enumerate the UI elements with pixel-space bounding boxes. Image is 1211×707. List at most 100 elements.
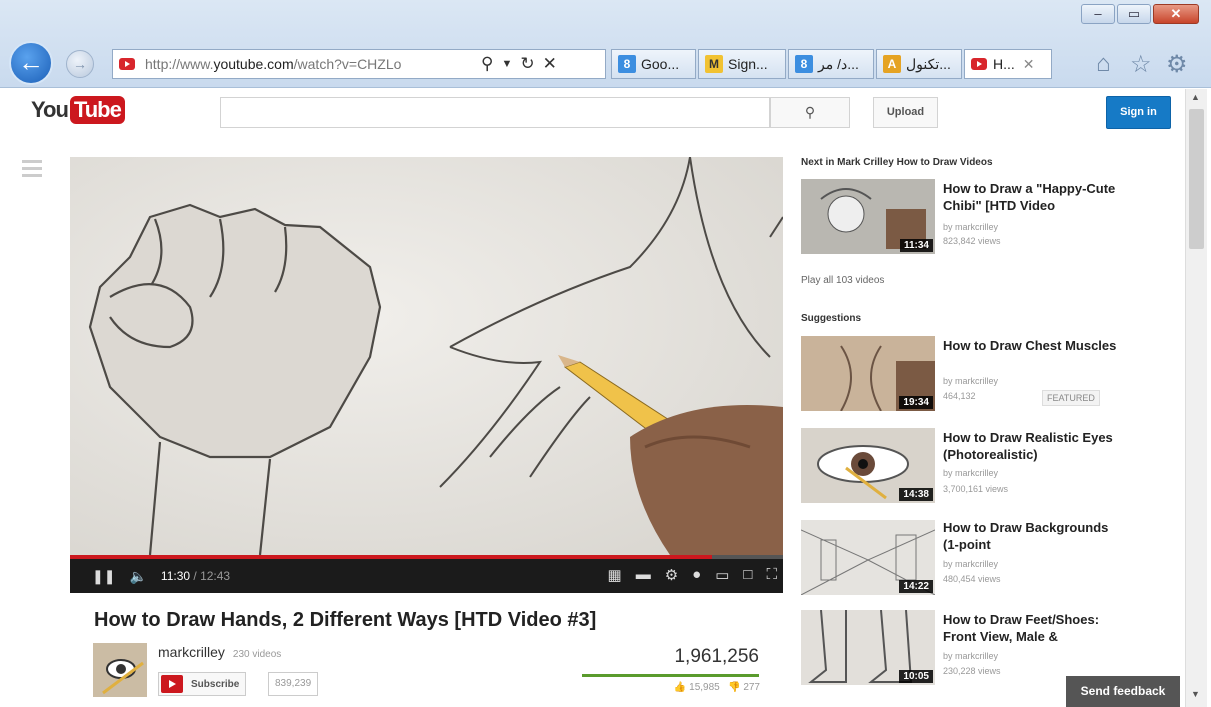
refresh-icon[interactable]: ↻ bbox=[520, 54, 534, 74]
suggestion-thumbnail[interactable]: 19:34 bbox=[801, 336, 935, 411]
duration-badge: 14:38 bbox=[899, 488, 933, 501]
favorites-star-icon[interactable]: ☆ bbox=[1130, 50, 1152, 79]
subscribe-label: Subscribe bbox=[191, 678, 240, 690]
youtube-favicon-icon bbox=[971, 58, 987, 70]
site-favicon-icon: A bbox=[883, 55, 901, 73]
time-separator: / bbox=[190, 569, 201, 583]
video-player[interactable]: ❚❚ 🔈 11:30 / 12:43 ▦ ▬ ⚙ ● ▭ □ ⛶ bbox=[70, 157, 783, 593]
volume-icon[interactable]: 🔈 bbox=[129, 568, 146, 585]
next-heading: Next in Mark Crilley How to Draw Videos bbox=[801, 157, 993, 168]
pause-icon[interactable]: ❚❚ bbox=[92, 568, 115, 585]
suggestion-views: 464,132 bbox=[943, 391, 976, 401]
next-thumbnail[interactable]: 11:34 bbox=[801, 179, 935, 254]
dropdown-icon[interactable]: ▼ bbox=[501, 58, 512, 70]
next-video-by: by markcrilley bbox=[943, 222, 999, 232]
suggestion-title[interactable]: How to Draw Feet/Shoes: Front View, Male… bbox=[943, 611, 1123, 645]
sign-in-button[interactable]: Sign in bbox=[1106, 96, 1171, 129]
info-icon[interactable]: ● bbox=[692, 566, 701, 584]
arrow-right-icon: → bbox=[73, 56, 87, 72]
small-player-icon[interactable]: ▭ bbox=[715, 566, 729, 584]
settings-gear-icon[interactable]: ⚙ bbox=[1166, 50, 1188, 79]
duration-badge: 10:05 bbox=[899, 670, 933, 683]
annotations-icon[interactable]: ▬ bbox=[636, 566, 651, 584]
send-feedback-button[interactable]: Send feedback bbox=[1066, 676, 1180, 707]
channel-info: markcrilley 230 videos bbox=[158, 644, 281, 660]
thumbs-down-icon[interactable]: 👎 bbox=[728, 682, 740, 693]
tab-arabic-1[interactable]: 8 د/ مر... bbox=[788, 49, 874, 79]
tab-google[interactable]: 8 Goo... bbox=[611, 49, 696, 79]
next-video-views: 823,842 views bbox=[943, 236, 1001, 246]
suggestion-thumbnail[interactable]: 14:38 bbox=[801, 428, 935, 503]
channel-video-count: 230 videos bbox=[232, 649, 282, 660]
play-all-link[interactable]: Play all 103 videos bbox=[801, 275, 884, 286]
search-input[interactable] bbox=[220, 97, 770, 128]
suggestion-by: by markcrilley bbox=[943, 559, 999, 569]
youtube-play-icon bbox=[161, 675, 183, 693]
forward-button[interactable]: → bbox=[66, 50, 94, 78]
google-plus-icon: 8 bbox=[795, 55, 813, 73]
scroll-down-icon[interactable]: ▼ bbox=[1191, 689, 1200, 699]
duration-badge: 19:34 bbox=[899, 396, 933, 409]
upload-button[interactable]: Upload bbox=[873, 97, 938, 128]
channel-name[interactable]: markcrilley bbox=[158, 644, 225, 660]
suggestion-thumbnail[interactable]: 14:22 bbox=[801, 520, 935, 595]
browser-chrome: – ▭ ✕ ← → http://www.youtube.com/watch?v… bbox=[0, 0, 1211, 88]
maximize-button[interactable]: ▭ bbox=[1117, 4, 1151, 24]
youtube-logo[interactable]: You Tube bbox=[31, 96, 125, 124]
player-controls: ❚❚ 🔈 11:30 / 12:43 ▦ ▬ ⚙ ● ▭ □ ⛶ bbox=[70, 559, 783, 593]
search-icon[interactable]: ⚲ bbox=[481, 54, 493, 74]
subscribe-button[interactable]: Subscribe bbox=[158, 672, 247, 696]
like-dislike-counts: 👍 15,985 👎 277 bbox=[673, 682, 760, 693]
close-tab-icon[interactable]: ✕ bbox=[1023, 56, 1035, 73]
suggestion-title[interactable]: How to Draw Realistic Eyes (Photorealist… bbox=[943, 429, 1123, 463]
youtube-favicon-icon bbox=[119, 58, 135, 70]
stop-icon[interactable]: ✕ bbox=[543, 54, 557, 74]
player-right-controls: ▦ ▬ ⚙ ● ▭ □ ⛶ bbox=[608, 566, 777, 584]
view-count: 1,961,256 bbox=[674, 646, 759, 667]
suggestion-thumbnail[interactable]: 10:05 bbox=[801, 610, 935, 685]
scroll-up-icon[interactable]: ▲ bbox=[1191, 92, 1200, 102]
fullscreen-icon[interactable]: ⛶ bbox=[766, 566, 777, 584]
next-video-title[interactable]: How to Draw a "Happy-Cute Chibi" [HTD Vi… bbox=[943, 180, 1123, 214]
subscriber-count: 839,239 bbox=[268, 672, 319, 696]
msn-icon: M bbox=[705, 55, 723, 73]
suggestion-views: 3,700,161 views bbox=[943, 484, 1009, 494]
search-icon: ⚲ bbox=[804, 104, 816, 120]
avatar-image bbox=[93, 643, 147, 697]
channel-avatar[interactable] bbox=[93, 643, 147, 697]
captions-icon[interactable]: ▦ bbox=[608, 566, 622, 584]
scrollbar-thumb[interactable] bbox=[1189, 109, 1204, 249]
tab-arabic-2[interactable]: A تكنول... bbox=[876, 49, 962, 79]
duration: 12:43 bbox=[200, 569, 231, 583]
featured-badge: FEATURED bbox=[1042, 390, 1100, 406]
google-plus-icon: 8 bbox=[618, 55, 636, 73]
tab-sign[interactable]: M Sign... bbox=[698, 49, 786, 79]
duration-badge: 14:22 bbox=[899, 580, 933, 593]
duration-badge: 11:34 bbox=[899, 239, 933, 252]
suggestion-views: 480,454 views bbox=[943, 574, 1001, 584]
suggestion-by: by markcrilley bbox=[943, 376, 999, 386]
large-player-icon[interactable]: □ bbox=[743, 566, 752, 584]
tab-youtube-active[interactable]: H... ✕ bbox=[964, 49, 1052, 79]
like-ratio-bar bbox=[582, 674, 759, 677]
suggestion-views: 230,228 views bbox=[943, 666, 1001, 676]
settings-gear-icon[interactable]: ⚙ bbox=[665, 566, 678, 584]
guide-menu-icon[interactable] bbox=[22, 160, 42, 181]
suggestions-heading: Suggestions bbox=[801, 313, 862, 324]
search-button[interactable]: ⚲ bbox=[770, 97, 850, 128]
page-scrollbar[interactable]: ▲ ▼ bbox=[1185, 89, 1207, 707]
current-time: 11:30 bbox=[160, 569, 191, 583]
suggestion-title[interactable]: How to Draw Chest Muscles bbox=[943, 337, 1123, 354]
video-frame[interactable] bbox=[70, 157, 783, 555]
home-icon[interactable]: ⌂ bbox=[1096, 50, 1111, 78]
suggestion-by: by markcrilley bbox=[943, 468, 999, 478]
address-url[interactable]: http://www.youtube.com/watch?v=CHZLo bbox=[145, 56, 473, 72]
thumbs-up-icon[interactable]: 👍 bbox=[674, 682, 686, 693]
suggestion-title[interactable]: How to Draw Backgrounds (1-point bbox=[943, 519, 1123, 553]
address-bar[interactable]: http://www.youtube.com/watch?v=CHZLo ⚲ ▼… bbox=[112, 49, 606, 79]
suggestion-by: by markcrilley bbox=[943, 651, 999, 661]
minimize-button[interactable]: – bbox=[1081, 4, 1115, 24]
close-window-button[interactable]: ✕ bbox=[1153, 4, 1199, 24]
back-button[interactable]: ← bbox=[9, 41, 53, 85]
arrow-left-icon: ← bbox=[18, 47, 44, 77]
